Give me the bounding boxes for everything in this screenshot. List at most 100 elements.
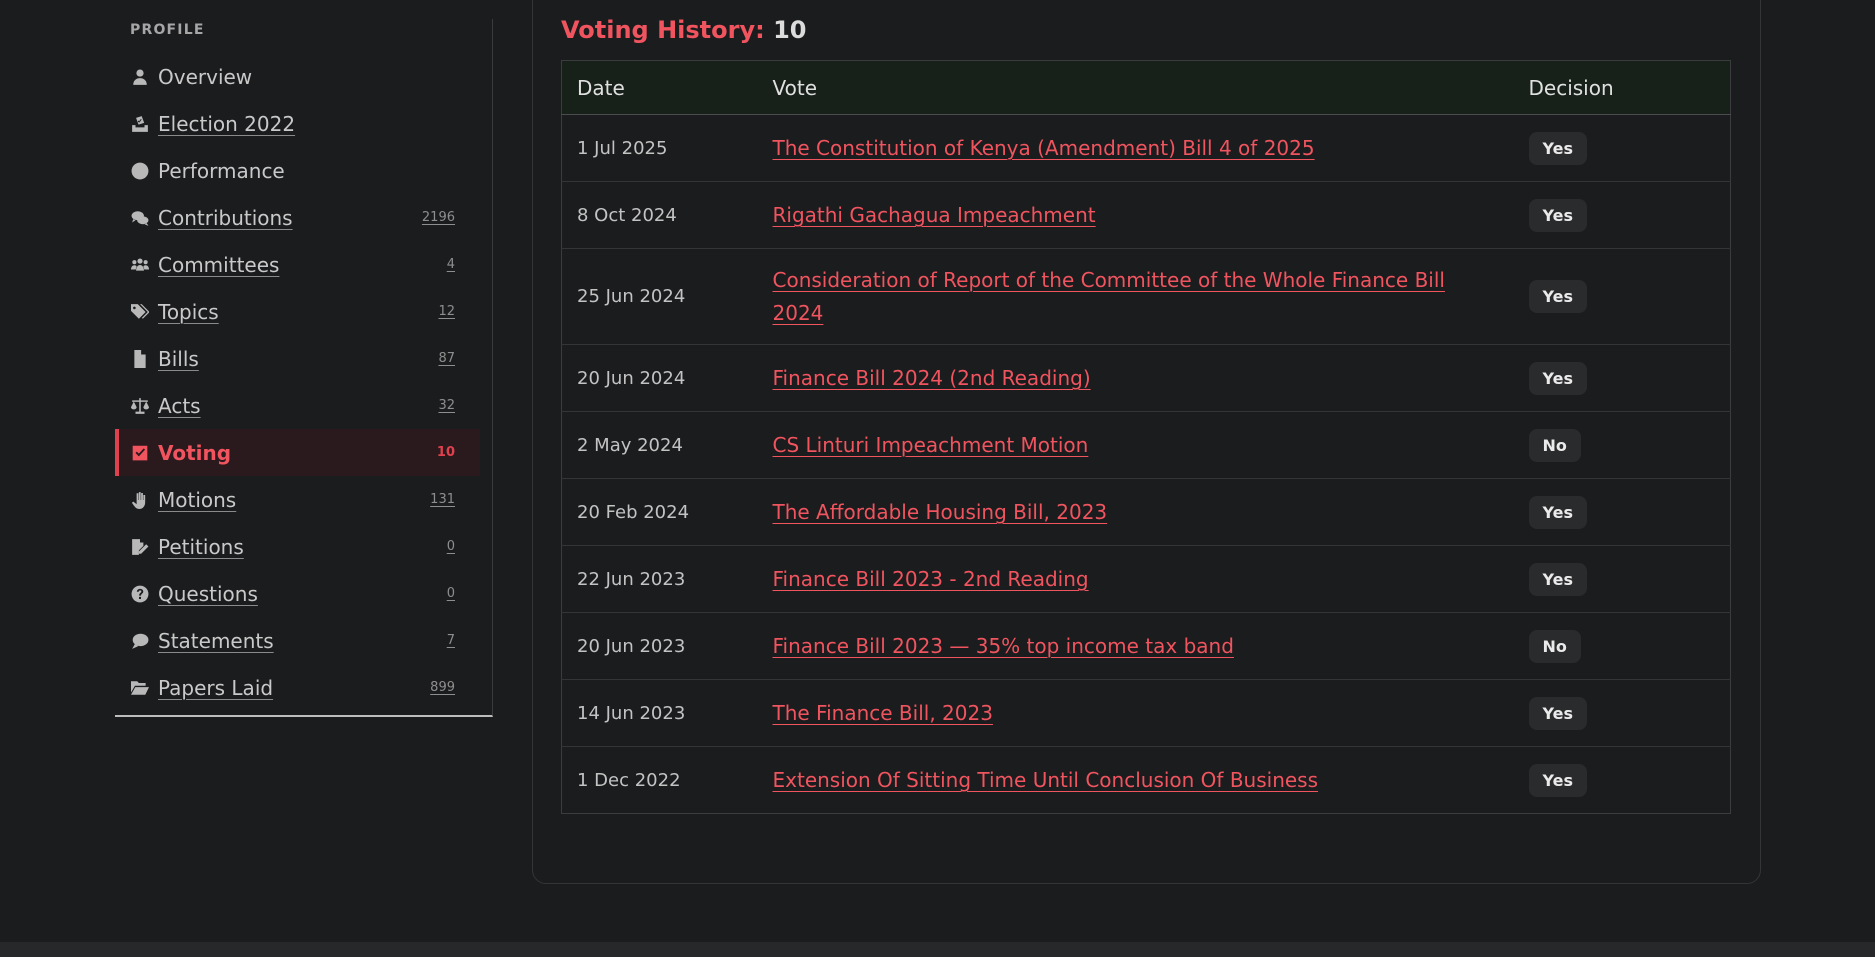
sidebar-item-performance[interactable]: Performance: [115, 147, 480, 194]
decision-badge: Yes: [1528, 361, 1587, 395]
file-icon: [131, 349, 149, 368]
vote-link[interactable]: Rigathi Gachagua Impeachment: [773, 199, 1114, 232]
vote-link[interactable]: The Finance Bill, 2023: [773, 697, 1011, 730]
vote-link[interactable]: Finance Bill 2023 — 35% top income tax b…: [773, 630, 1252, 663]
vote-date: 1 Jul 2025: [561, 114, 758, 182]
table-row: 20 Jun 2024 Finance Bill 2024 (2nd Readi…: [561, 344, 1731, 412]
decision-badge: Yes: [1528, 280, 1587, 313]
sidebar-item-label: Acts: [158, 393, 201, 418]
sidebar-nav-list: Overview Election 2022 Performance Contr…: [115, 53, 480, 711]
vote-link[interactable]: Consideration of Report of the Committee…: [773, 264, 1514, 330]
table-row: 14 Jun 2023 The Finance Bill, 2023 Yes: [561, 679, 1731, 747]
sidebar-item-papers-laid[interactable]: Papers Laid 899: [115, 664, 480, 711]
sidebar-item-label: Questions: [158, 581, 258, 606]
voting-history-title: Voting History: 10: [561, 16, 806, 44]
vote-date: 20 Jun 2024: [561, 344, 758, 412]
column-header-decision: Decision: [1513, 60, 1731, 115]
question-circle-icon: [131, 585, 149, 603]
sidebar-item-statements[interactable]: Statements 7: [115, 617, 480, 664]
table-header-row: Date Vote Decision: [561, 60, 1731, 115]
footer-strip: [0, 942, 1875, 957]
circle-icon: [131, 162, 149, 180]
column-header-vote: Vote: [757, 60, 1514, 115]
users-icon: [131, 256, 149, 274]
sidebar-item-count: 131: [430, 492, 455, 507]
sidebar-item-bills[interactable]: Bills 87: [115, 335, 480, 382]
sidebar-item-label: Papers Laid: [158, 675, 274, 700]
sidebar-item-count: 87: [438, 351, 455, 366]
decision-badge: Yes: [1528, 495, 1587, 529]
table-row: 1 Dec 2022 Extension Of Sitting Time Unt…: [561, 746, 1731, 814]
sidebar-item-count: 12: [438, 304, 455, 319]
vote-link[interactable]: Extension Of Sitting Time Until Conclusi…: [773, 764, 1337, 797]
vote-date: 22 Jun 2023: [561, 545, 758, 613]
table-row: 1 Jul 2025 The Constitution of Kenya (Am…: [561, 114, 1731, 182]
sidebar-item-contributions[interactable]: Contributions 2196: [115, 194, 480, 241]
sidebar-item-voting[interactable]: Voting 10: [115, 429, 480, 476]
decision-badge: No: [1528, 428, 1581, 462]
profile-sidebar: PROFILE Overview Election 2022 Performan…: [115, 19, 493, 717]
check-square-icon: [131, 444, 149, 462]
sidebar-item-questions[interactable]: Questions 0: [115, 570, 480, 617]
vote-date: 25 Jun 2024: [561, 248, 758, 345]
decision-badge: Yes: [1528, 198, 1587, 232]
tags-icon: [131, 303, 149, 321]
hand-icon: [131, 491, 149, 509]
sidebar-item-label: Committees: [158, 252, 280, 277]
decision-badge: Yes: [1528, 696, 1587, 730]
sidebar-item-acts[interactable]: Acts 32: [115, 382, 480, 429]
decision-badge: Yes: [1528, 763, 1587, 797]
sidebar-item-label: Statements: [158, 628, 274, 653]
title-label: Voting History:: [561, 16, 765, 44]
sidebar-item-election-2022[interactable]: Election 2022: [115, 100, 480, 147]
decision-badge: Yes: [1528, 562, 1587, 596]
vote-link[interactable]: The Constitution of Kenya (Amendment) Bi…: [773, 132, 1333, 165]
table-row: 20 Jun 2023 Finance Bill 2023 — 35% top …: [561, 612, 1731, 680]
decision-badge: Yes: [1528, 131, 1587, 165]
sidebar-item-count: 899: [430, 680, 455, 695]
sidebar-item-label: Topics: [158, 299, 219, 324]
vote-date: 14 Jun 2023: [561, 679, 758, 747]
sidebar-item-label: Performance: [158, 158, 285, 183]
speech-bubble-icon: [131, 632, 149, 650]
vote-date: 8 Oct 2024: [561, 181, 758, 249]
sidebar-item-label: Petitions: [158, 534, 244, 559]
vote-link[interactable]: CS Linturi Impeachment Motion: [773, 429, 1107, 462]
title-count: 10: [773, 16, 807, 44]
scale-icon: [131, 397, 149, 415]
table-row: 2 May 2024 CS Linturi Impeachment Motion…: [561, 411, 1731, 479]
sidebar-item-count: 0: [446, 586, 455, 601]
sidebar-item-count: 32: [438, 398, 455, 413]
column-header-date: Date: [561, 60, 758, 115]
sidebar-item-count: 4: [446, 257, 455, 272]
file-signature-icon: [131, 538, 149, 556]
sidebar-item-label: Voting: [158, 440, 232, 465]
sidebar-item-motions[interactable]: Motions 131: [115, 476, 480, 523]
sidebar-item-count: 0: [446, 539, 455, 554]
vote-date: 2 May 2024: [561, 411, 758, 479]
vote-date: 20 Jun 2023: [561, 612, 758, 680]
folder-open-icon: [131, 679, 149, 697]
table-row: 22 Jun 2023 Finance Bill 2023 - 2nd Read…: [561, 545, 1731, 613]
voting-history-table: Date Vote Decision 1 Jul 2025 The Consti…: [561, 60, 1731, 814]
sidebar-item-committees[interactable]: Committees 4: [115, 241, 480, 288]
table-row: 8 Oct 2024 Rigathi Gachagua Impeachment …: [561, 181, 1731, 249]
sidebar-item-count: 7: [446, 633, 455, 648]
vote-link[interactable]: Finance Bill 2024 (2nd Reading): [773, 362, 1109, 395]
sidebar-item-petitions[interactable]: Petitions 0: [115, 523, 480, 570]
sidebar-item-label: Contributions: [158, 205, 293, 230]
sidebar-item-topics[interactable]: Topics 12: [115, 288, 480, 335]
sidebar-item-count: 10: [436, 445, 455, 460]
page: PROFILE Overview Election 2022 Performan…: [0, 0, 1875, 957]
table-row: 25 Jun 2024 Consideration of Report of t…: [561, 248, 1731, 345]
decision-badge: No: [1528, 629, 1581, 663]
sidebar-item-count: 2196: [421, 210, 455, 225]
vote-link[interactable]: Finance Bill 2023 - 2nd Reading: [773, 563, 1107, 596]
table-row: 20 Feb 2024 The Affordable Housing Bill,…: [561, 478, 1731, 546]
vote-link[interactable]: The Affordable Housing Bill, 2023: [773, 496, 1126, 529]
comments-icon: [131, 209, 149, 227]
vote-date: 1 Dec 2022: [561, 746, 758, 814]
sidebar-item-overview[interactable]: Overview: [115, 53, 480, 100]
sidebar-heading: PROFILE: [130, 22, 205, 38]
sidebar-item-label: Motions: [158, 487, 237, 512]
